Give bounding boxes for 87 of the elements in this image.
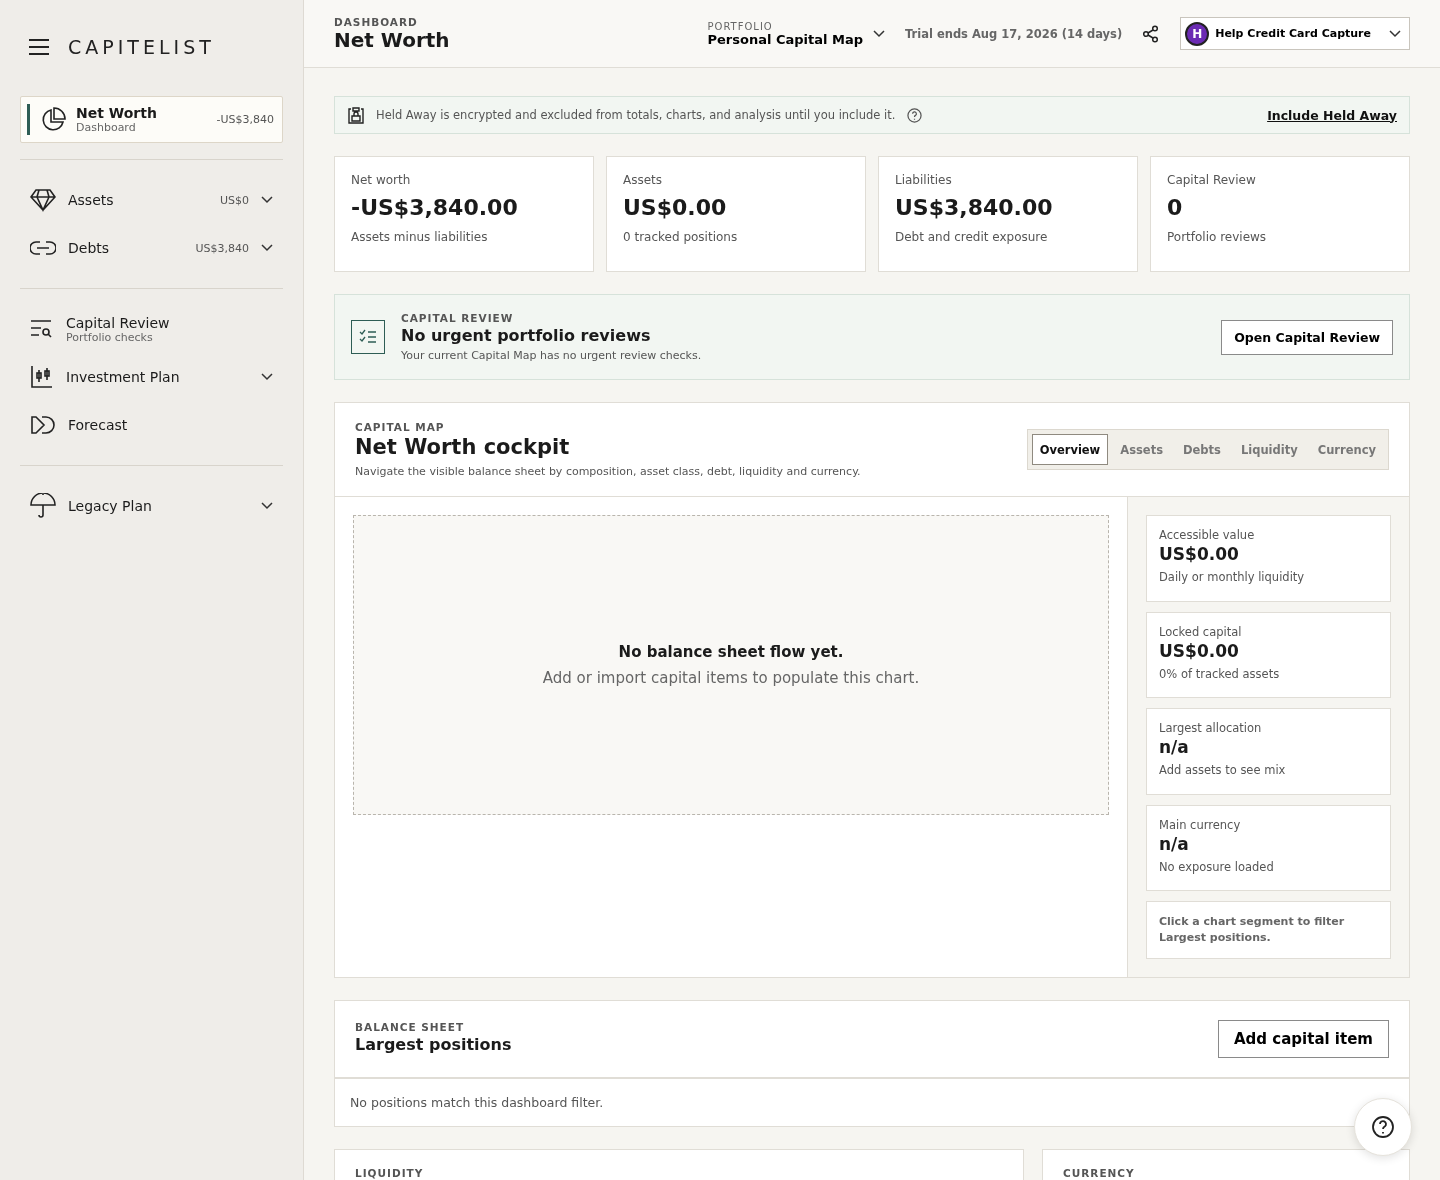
item-amount: US$0 [219, 193, 249, 207]
stat-value: US$3,840.00 [895, 195, 1054, 220]
sidebar-item[interactable]: Forecast [20, 401, 283, 449]
account-menu[interactable]: H Help Credit Card Capture [1180, 17, 1410, 50]
sidebar-item[interactable]: Debts US$3,840 [20, 224, 283, 272]
section-eyebrow: LIQUIDITY [355, 1167, 424, 1179]
banner-title: No urgent portfolio reviews [401, 326, 652, 345]
section-title: Largest positions [355, 1034, 513, 1054]
stat-note: Debt and credit exposure [895, 230, 1049, 244]
sidebar-item[interactable]: Net Worth Dashboard -US$3,840 [20, 96, 283, 143]
share-icon[interactable] [1142, 24, 1161, 43]
item-subtitle: Portfolio checks [66, 330, 154, 344]
hint-text: Click a chart segment to filter Largest positions. [1146, 901, 1391, 959]
metric-value: n/a [1159, 737, 1190, 758]
item-subtitle: Dashboard [76, 121, 137, 134]
empty-title: No balance sheet flow yet. [618, 643, 844, 661]
item-title: Debts [68, 240, 111, 256]
clipboard-lock-icon [348, 106, 364, 124]
trial-notice: Trial ends Aug 17, 2026 (14 days) [905, 26, 1123, 41]
metric-note: No exposure loaded [1159, 859, 1275, 874]
stat-label: Net worth [351, 173, 412, 187]
empty-text: Add or import capital items to populate this chart. [542, 669, 920, 687]
item-amount: -US$3,840 [216, 113, 274, 126]
page-title: Net Worth [334, 27, 451, 52]
umbrella-icon [30, 493, 56, 519]
item-title: Legacy Plan [68, 498, 153, 514]
metric-label: Locked capital [1159, 624, 1243, 639]
stat-note: Portfolio reviews [1167, 230, 1268, 244]
help-icon[interactable] [907, 107, 923, 123]
metric-note: 0% of tracked assets [1159, 666, 1281, 681]
section-eyebrow: CAPITAL REVIEW [401, 312, 515, 324]
stat-label: Assets [623, 173, 664, 187]
item-title: Forecast [68, 417, 129, 433]
notice-text: Held Away is encrypted and excluded from totals, charts, and analysis until you include it. [376, 108, 896, 122]
add-item-button[interactable]: Add capital item [1218, 1020, 1389, 1058]
open-review-button[interactable]: Open Capital Review [1221, 319, 1393, 355]
pie-chart-icon [40, 106, 66, 133]
tab[interactable]: Liquidity [1232, 434, 1306, 465]
metric-label: Largest allocation [1159, 721, 1263, 736]
portfolio-selector[interactable]: PORTFOLIO Personal Capital Map [707, 20, 885, 47]
metric-note: Add assets to see mix [1159, 763, 1287, 778]
stat-note: Assets minus liabilities [351, 230, 489, 244]
banner-text: Your current Capital Map has no urgent review checks. [401, 349, 703, 362]
avatar: H [1185, 21, 1210, 46]
stat-value: -US$3,840.00 [351, 195, 519, 220]
metric-value: US$0.00 [1159, 544, 1240, 564]
menu-icon[interactable] [28, 38, 50, 56]
diamond-icon [30, 188, 56, 212]
section-description: Navigate the visible balance sheet by composition, asset class, debt, liquidity and currency. [355, 465, 862, 478]
link-icon [30, 240, 56, 256]
help-icon [1371, 1115, 1395, 1139]
item-title: Capital Review [66, 314, 171, 331]
item-title: Investment Plan [66, 369, 181, 385]
include-link[interactable]: Include Held Away [1267, 107, 1397, 123]
page-eyebrow: DASHBOARD [334, 15, 419, 28]
section-eyebrow: CURRENCY [1063, 1167, 1135, 1179]
tab[interactable]: Assets [1112, 434, 1171, 465]
item-amount: US$3,840 [195, 241, 249, 255]
metric-note: Daily or monthly liquidity [1159, 570, 1306, 584]
brand-logo: CAPITELIST [68, 36, 215, 58]
item-title: Net Worth [76, 105, 158, 121]
metric-value: n/a [1159, 833, 1190, 854]
candlestick-chart-icon [30, 365, 54, 389]
stat-label: Liabilities [895, 173, 953, 187]
sidebar-item[interactable]: Investment Plan [20, 353, 283, 401]
metric-label: Accessible value [1159, 528, 1256, 542]
item-title: Assets [68, 192, 115, 208]
tab[interactable]: Overview [1031, 434, 1109, 465]
stat-value: US$0.00 [623, 195, 728, 220]
stat-note: 0 tracked positions [623, 230, 739, 244]
section-eyebrow: BALANCE SHEET [355, 1020, 466, 1033]
sidebar-item[interactable]: Legacy Plan [20, 482, 283, 530]
checklist-icon [351, 320, 385, 354]
tab[interactable]: Currency [1309, 434, 1384, 465]
list-search-icon [30, 319, 54, 339]
tab[interactable]: Debts [1175, 434, 1229, 465]
fast-forward-icon [30, 415, 56, 435]
chevron-down-icon [873, 29, 885, 38]
sidebar-item[interactable]: Assets US$0 [20, 176, 283, 224]
section-title: Net Worth cockpit [355, 435, 571, 459]
metric-value: US$0.00 [1159, 640, 1240, 661]
section-eyebrow: CAPITAL MAP [355, 421, 446, 433]
stat-label: Capital Review [1167, 173, 1257, 187]
chevron-down-icon [1389, 29, 1401, 38]
metric-label: Main currency [1159, 817, 1242, 832]
stat-value: 0 [1167, 195, 1184, 220]
sidebar-item[interactable]: Capital Review Portfolio checks [20, 305, 283, 353]
